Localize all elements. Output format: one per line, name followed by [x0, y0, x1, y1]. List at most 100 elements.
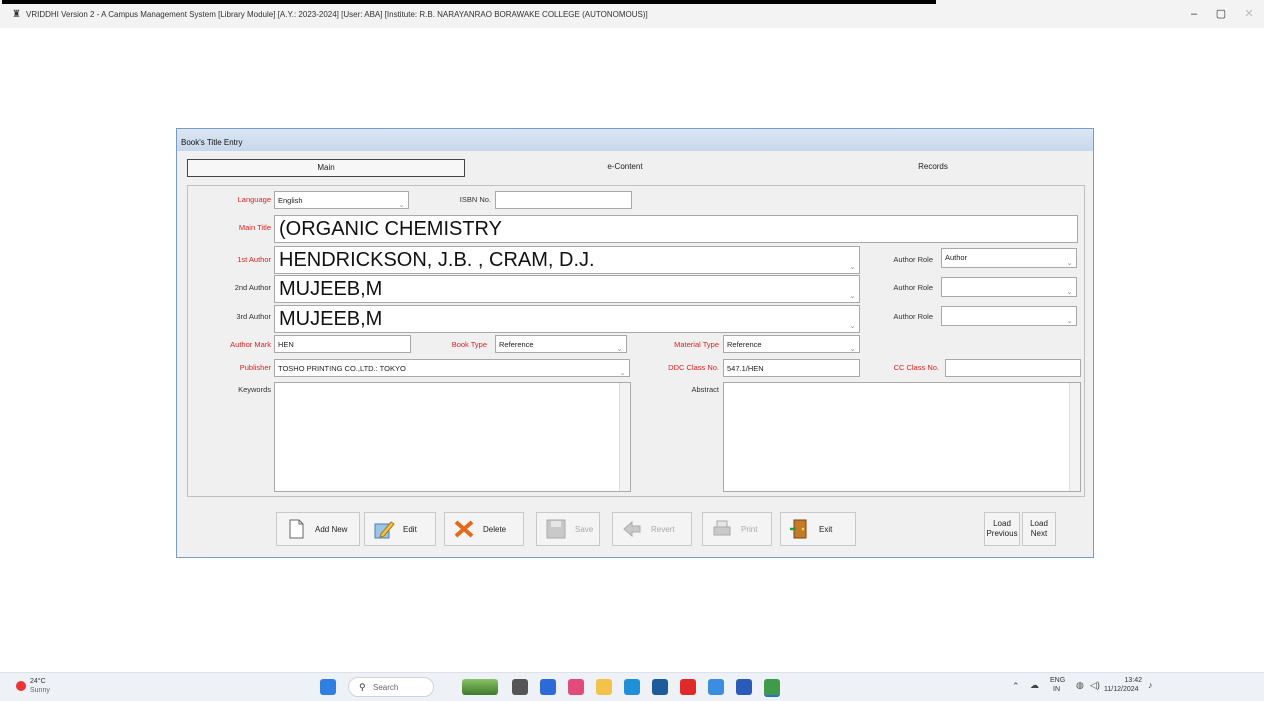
- windows-taskbar: 24°C Sunny ⚲ Search ⌃ ☁ ENG IN ◍ ◁) 13:4…: [0, 672, 1264, 701]
- app-title: VRIDDHI Version 2 - A Campus Management …: [26, 10, 648, 19]
- add-new-button[interactable]: Add New: [276, 512, 360, 546]
- chevron-up-icon[interactable]: ⌃: [1012, 681, 1020, 692]
- print-button[interactable]: Print: [702, 512, 772, 546]
- abstract-label: Abstract: [691, 385, 719, 394]
- load-previous-button[interactable]: Load Previous: [984, 512, 1020, 546]
- windows-start-icon[interactable]: [320, 679, 336, 695]
- notification-bell-icon[interactable]: ♪: [1148, 680, 1153, 690]
- youtube-icon[interactable]: [680, 679, 696, 695]
- author3-role-select[interactable]: [941, 306, 1077, 326]
- language-value: English: [278, 196, 303, 205]
- close-button[interactable]: ✕: [1240, 6, 1258, 22]
- publisher-select[interactable]: TOSHO PRINTING CO.,LTD.: TOKYO: [274, 359, 630, 377]
- keywords-textarea[interactable]: [274, 382, 631, 492]
- load-previous-line1: Load: [993, 519, 1011, 528]
- store-icon[interactable]: [652, 679, 668, 695]
- author1-role-label: Author Role: [893, 255, 933, 264]
- landscape-widget-icon[interactable]: [462, 679, 498, 695]
- material-type-label: Material Type: [674, 340, 719, 349]
- save-disk-icon: [546, 519, 566, 539]
- tab-records[interactable]: Records: [785, 159, 1081, 175]
- language-label: Language: [237, 195, 271, 204]
- app-icon[interactable]: [568, 679, 584, 695]
- revert-arrow-icon: [623, 520, 641, 538]
- book-type-select[interactable]: Reference: [495, 335, 627, 353]
- word-icon[interactable]: [736, 679, 752, 695]
- ddc-label: DDC Class No.: [668, 363, 719, 372]
- copilot-icon[interactable]: [540, 679, 556, 695]
- author3-role-label: Author Role: [893, 312, 933, 321]
- delete-button[interactable]: Delete: [444, 512, 524, 546]
- edit-pencil-icon: [374, 521, 395, 539]
- author2-role-select[interactable]: [941, 277, 1077, 297]
- print-icon: [713, 520, 731, 536]
- keywords-label: Keywords: [238, 385, 271, 394]
- scrollbar[interactable]: [619, 383, 630, 491]
- clock-time[interactable]: 13:42: [1112, 677, 1142, 684]
- book-title-entry-window: Book's Title Entry Main e-Content Record…: [176, 128, 1094, 558]
- revert-label: Revert: [651, 525, 675, 534]
- file-explorer-icon[interactable]: [596, 679, 612, 695]
- author3-value: MUJEEB,M: [279, 308, 383, 330]
- weather-temp: 24°C: [30, 678, 46, 685]
- minimize-button[interactable]: –: [1185, 6, 1203, 22]
- author1-value: HENDRICKSON, J.B. , CRAM, D.J.: [279, 249, 595, 271]
- search-placeholder: Search: [373, 683, 399, 692]
- load-next-line1: Load: [1030, 519, 1048, 528]
- chevron-down-icon: [1064, 279, 1075, 296]
- revert-button[interactable]: Revert: [612, 512, 692, 546]
- print-label: Print: [741, 525, 758, 534]
- language-indicator[interactable]: ENG: [1050, 677, 1065, 684]
- author-mark-label: Author Mark: [230, 340, 271, 349]
- author1-role-select[interactable]: Author: [941, 248, 1077, 268]
- exit-button[interactable]: Exit: [780, 512, 856, 546]
- main-title-input[interactable]: (ORGANIC CHEMISTRY: [274, 215, 1078, 243]
- clock-date[interactable]: 11/12/2024: [1104, 686, 1139, 693]
- volume-icon[interactable]: ◁): [1090, 680, 1100, 691]
- author2-label: 2nd Author: [234, 283, 271, 292]
- ddc-input[interactable]: 547.1/HEN: [723, 359, 860, 377]
- author3-select[interactable]: MUJEEB,M: [274, 305, 860, 333]
- chrome-icon[interactable]: [708, 679, 724, 695]
- cc-input[interactable]: [945, 359, 1081, 377]
- author2-value: MUJEEB,M: [279, 278, 383, 300]
- edge-icon[interactable]: [624, 679, 640, 695]
- form-titlebar: Book's Title Entry: [177, 129, 1093, 151]
- book-type-label: Book Type: [451, 340, 487, 349]
- edit-button[interactable]: Edit: [364, 512, 436, 546]
- book-type-value: Reference: [499, 340, 534, 349]
- tab-main[interactable]: Main: [187, 159, 465, 177]
- cloud-icon[interactable]: ☁: [1030, 680, 1039, 691]
- author1-select[interactable]: HENDRICKSON, J.B. , CRAM, D.J.: [274, 246, 860, 274]
- load-next-line2: Next: [1030, 529, 1048, 538]
- material-type-select[interactable]: Reference: [723, 335, 860, 353]
- author-mark-input[interactable]: HEN: [274, 335, 411, 353]
- chevron-down-icon: [617, 361, 628, 376]
- maximize-button[interactable]: ▢: [1212, 6, 1230, 22]
- app-icon[interactable]: [512, 679, 528, 695]
- scrollbar[interactable]: [1069, 383, 1080, 491]
- chevron-down-icon: [396, 193, 407, 208]
- author1-role-value: Author: [945, 253, 968, 262]
- author2-select[interactable]: MUJEEB,M: [274, 275, 860, 303]
- abstract-textarea[interactable]: [723, 382, 1081, 492]
- taskbar-search[interactable]: ⚲ Search: [348, 677, 434, 697]
- main-title-label: Main Title: [238, 223, 271, 232]
- publisher-value: TOSHO PRINTING CO.,LTD.: TOKYO: [278, 364, 406, 373]
- top-black-bar: [2, 0, 936, 4]
- network-icon[interactable]: ◍: [1076, 680, 1084, 691]
- new-document-icon: [289, 519, 304, 539]
- vriddhi-app-icon[interactable]: [764, 679, 780, 697]
- save-label: Save: [575, 525, 594, 534]
- publisher-label: Publisher: [239, 363, 271, 372]
- language-select[interactable]: English: [274, 191, 409, 209]
- search-icon: ⚲: [359, 682, 366, 692]
- app-icon: ♜: [12, 9, 21, 20]
- load-next-button[interactable]: Load Next: [1022, 512, 1056, 546]
- exit-label: Exit: [819, 525, 833, 534]
- tab-e-content[interactable]: e-Content: [475, 159, 775, 175]
- region-indicator: IN: [1053, 686, 1060, 693]
- chevron-down-icon: [1064, 308, 1075, 325]
- save-button[interactable]: Save: [536, 512, 600, 546]
- isbn-input[interactable]: [495, 191, 632, 209]
